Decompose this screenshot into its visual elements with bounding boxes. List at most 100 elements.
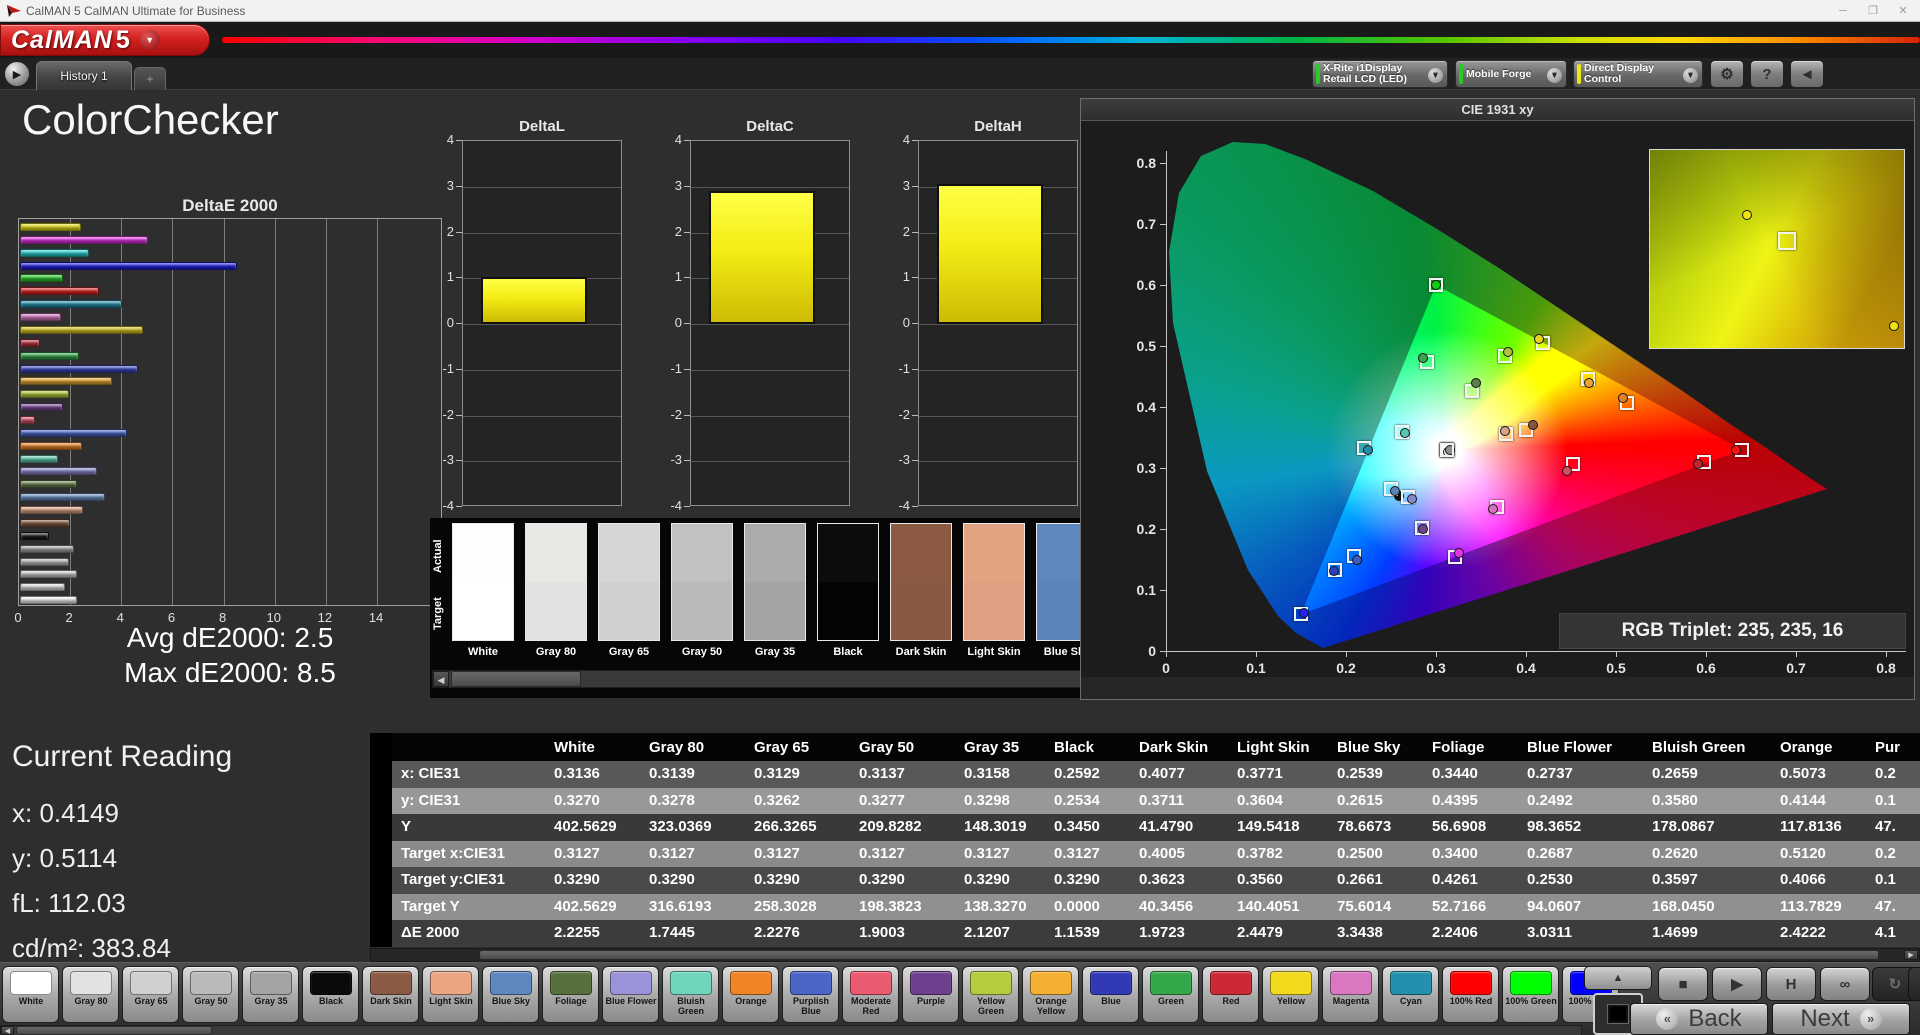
patch-button-blue-sky[interactable]: Blue Sky (482, 966, 539, 1023)
source-dropdown[interactable]: Mobile Forge ▼ (1455, 60, 1567, 88)
table-scroll-thumb[interactable] (479, 950, 1879, 960)
patch-swatch (790, 971, 832, 995)
deltae-chart-title: DeltaE 2000 (182, 196, 278, 215)
chevron-down-icon[interactable]: ▼ (1683, 68, 1698, 83)
patch-button-green[interactable]: Green (1142, 966, 1199, 1023)
delta-y-tick: 4 (446, 132, 454, 147)
table-row-3: Y 402.5629 323.0369 266.3265 209.8282 148.301… (392, 814, 1920, 841)
patch-button-white[interactable]: White (2, 966, 59, 1023)
table-row-5-value: 0.3290 (649, 871, 695, 888)
cie-measured-purplish-blue (1351, 555, 1362, 566)
patch-button-yellow[interactable]: Yellow (1262, 966, 1319, 1023)
tab-history-1[interactable]: History 1 (36, 61, 132, 90)
patch-button-moderate-red[interactable]: Moderate Red (842, 966, 899, 1023)
patch-button-magenta[interactable]: Magenta (1322, 966, 1379, 1023)
strip-swatch-gray-65 (598, 523, 660, 641)
cie-y-tick-label: 0 (1148, 643, 1156, 659)
table-scrollbar[interactable]: ▶ (370, 948, 1920, 962)
table-scroll-right-icon[interactable]: ▶ (1904, 950, 1918, 960)
delta-gridline (691, 186, 849, 188)
table-row-4-value: 0.2687 (1527, 844, 1573, 862)
table-row-4-value: 0.3127 (754, 844, 800, 862)
close-icon[interactable]: ✕ (1890, 3, 1916, 19)
next-button[interactable]: Next » (1772, 1003, 1910, 1035)
cie-y-tickmark (1160, 346, 1166, 347)
table-row-6-value: 402.5629 (554, 897, 617, 915)
patch-swatch (1030, 971, 1072, 995)
display-control-dropdown[interactable]: Direct Display Control ▼ (1573, 60, 1703, 88)
delta-y-tick: 2 (902, 223, 910, 239)
patch-scroll-track[interactable] (0, 1025, 1582, 1035)
patch-swatch (1510, 971, 1552, 995)
deltae-x-tick: 10 (266, 610, 281, 625)
table-header-value: Gray 65 (754, 739, 810, 756)
logo-dropdown-icon[interactable]: ▼ (139, 30, 160, 50)
cie-y-tickmark (1160, 285, 1166, 286)
delta-y-tick: -3 (898, 452, 910, 468)
patch-button-blue-flower[interactable]: Blue Flower (602, 966, 659, 1023)
patch-button-gray-35[interactable]: Gray 35 (242, 966, 299, 1023)
patch-button-gray-80[interactable]: Gray 80 (62, 966, 119, 1023)
pattern-up-button[interactable]: ▲ (1584, 966, 1652, 990)
patch-button-foliage[interactable]: Foliage (542, 966, 599, 1023)
strip-scroll-thumb[interactable] (451, 671, 581, 687)
patch-swatch (1210, 971, 1252, 995)
patch-button-bluish-green[interactable]: Bluish Green (662, 966, 719, 1023)
loop-button[interactable]: ∞ (1820, 967, 1870, 1001)
table-row-7: ΔE 2000 2.2255 1.7445 2.2276 1.9003 2.1207 1.1… (392, 920, 1920, 947)
session-nav-button[interactable]: ▶ (4, 61, 30, 87)
patch-button-yellow-green[interactable]: Yellow Green (962, 966, 1019, 1023)
deltae-bar-white (20, 596, 78, 605)
patch-button-blue[interactable]: Blue (1082, 966, 1139, 1023)
play-button[interactable]: ▶ (1712, 967, 1762, 1001)
record-button[interactable]: ● (1908, 967, 1920, 1001)
chevron-down-icon[interactable]: ▼ (1428, 68, 1443, 83)
patch-swatch (1090, 971, 1132, 995)
cie-y-tickmark (1160, 407, 1166, 408)
add-tab-button[interactable]: + (134, 67, 166, 90)
patch-button-light-skin[interactable]: Light Skin (422, 966, 479, 1023)
step-button[interactable]: H (1766, 967, 1816, 1001)
table-row-7-value: 2.4222 (1780, 924, 1826, 941)
patch-button-gray-50[interactable]: Gray 50 (182, 966, 239, 1023)
patch-swatch (910, 971, 952, 995)
patch-scroll-thumb[interactable] (16, 1026, 212, 1035)
patch-scroll-left-icon[interactable]: ◀ (1, 1026, 14, 1035)
table-row-2-value: 0.3298 (964, 791, 1010, 809)
table-row-4-value: 0.2620 (1652, 844, 1698, 862)
patch-button-gray-65[interactable]: Gray 65 (122, 966, 179, 1023)
table-row-2-value: 0.2492 (1527, 791, 1573, 809)
minimize-icon[interactable]: ─ (1830, 3, 1856, 19)
logo-bar: CalMAN 5 ▼ (0, 22, 1920, 58)
patch-button-orange-yellow[interactable]: Orange Yellow (1022, 966, 1079, 1023)
table-row-2-value: 0.3580 (1652, 791, 1698, 809)
maximize-icon[interactable]: ❐ (1860, 3, 1886, 19)
patch-button-black[interactable]: Black (302, 966, 359, 1023)
strip-scroll-left-icon[interactable]: ◀ (433, 671, 449, 687)
chevron-down-icon[interactable]: ▼ (1547, 68, 1562, 83)
table-header-value: Pur (1875, 739, 1901, 756)
patch-label: Orange (735, 996, 767, 1006)
cie-x-tickmark (1706, 651, 1707, 657)
calman-logo-menu[interactable]: CalMAN 5 ▼ (0, 24, 210, 56)
patch-button-100-red[interactable]: 100% Red (1442, 966, 1499, 1023)
patch-label: Light Skin (429, 996, 473, 1006)
patch-button-100-green[interactable]: 100% Green (1502, 966, 1559, 1023)
meter-dropdown[interactable]: X-Rite i1Display Retail LCD (LED) ▼ (1312, 60, 1448, 88)
patch-button-orange[interactable]: Orange (722, 966, 779, 1023)
deltae-x-tick: 6 (167, 610, 176, 625)
deltae-bar-orange (20, 441, 82, 450)
gear-icon[interactable]: ⚙ (1710, 60, 1744, 88)
strip-target-label: Target (432, 597, 444, 631)
patch-button-purple[interactable]: Purple (902, 966, 959, 1023)
stop-button[interactable]: ■ (1658, 967, 1708, 1001)
patch-button-purplish-blue[interactable]: Purplish Blue (782, 966, 839, 1023)
patch-button-red[interactable]: Red (1202, 966, 1259, 1023)
patch-button-dark-skin[interactable]: Dark Skin (362, 966, 419, 1023)
patch-button-cyan[interactable]: Cyan (1382, 966, 1439, 1023)
back-button[interactable]: « Back (1630, 1003, 1768, 1035)
delta-y-tick: 2 (446, 223, 454, 239)
collapse-panel-icon[interactable]: ◄ (1790, 60, 1824, 88)
help-icon[interactable]: ? (1750, 60, 1784, 88)
table-row-3-value: 0.3450 (1054, 818, 1100, 835)
